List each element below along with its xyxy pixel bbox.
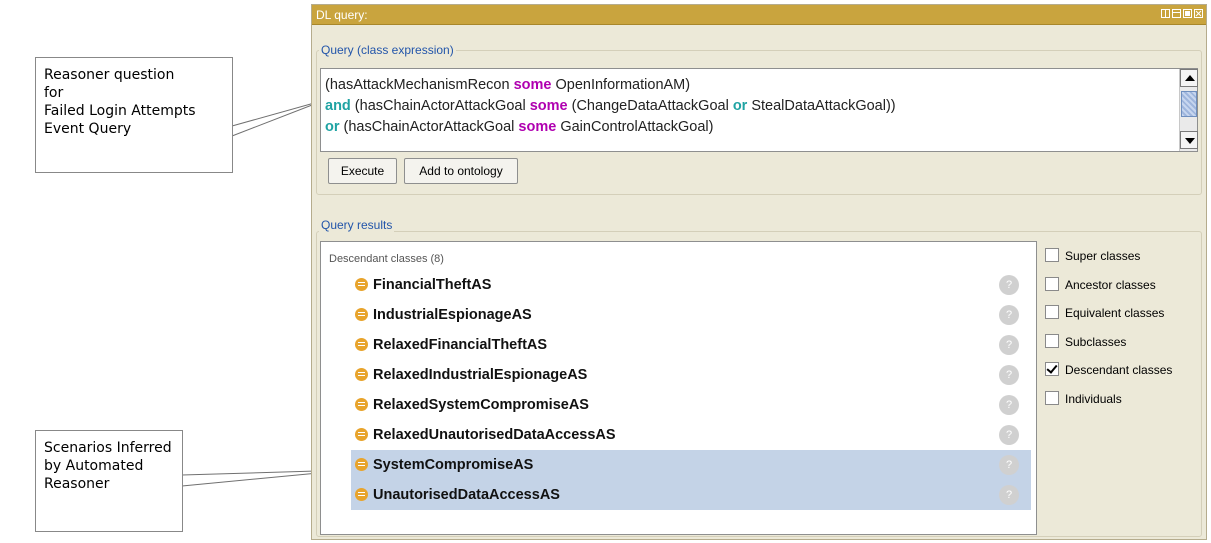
- expression-text: (ChangeDataAttackGoal: [567, 98, 733, 114]
- class-icon: [355, 458, 368, 471]
- keyword-operator: or: [325, 119, 340, 135]
- scroll-up-icon[interactable]: [1180, 69, 1198, 87]
- result-label: IndustrialEspionageAS: [373, 307, 532, 323]
- result-row[interactable]: RelaxedSystemCompromiseAS?: [351, 390, 1031, 420]
- help-icon[interactable]: ?: [999, 485, 1019, 505]
- keyword-operator: or: [732, 98, 748, 114]
- query-callout: Reasoner question for Failed Login Attempt…: [35, 57, 233, 173]
- execute-button[interactable]: Execute: [328, 158, 397, 184]
- class-icon: [355, 368, 368, 381]
- result-label: RelaxedIndustrialEspionageAS: [373, 367, 588, 383]
- option-checkbox[interactable]: [1045, 391, 1059, 405]
- panel-title: DL query:: [316, 8, 368, 22]
- option-checkbox[interactable]: [1045, 248, 1059, 262]
- maximize-icon[interactable]: [1183, 9, 1192, 18]
- query-group-legend: Query (class expression): [319, 43, 456, 57]
- expression-text: (hasAttackMechanismRecon: [325, 77, 514, 93]
- results-header: Descendant classes (8): [329, 253, 444, 265]
- query-line-3: or (hasChainActorAttackGoal some GainCon…: [325, 117, 713, 138]
- keyword-some: some: [513, 77, 552, 93]
- callout-line: by Automated: [44, 458, 144, 474]
- result-label: RelaxedUnautorisedDataAccessAS: [373, 427, 616, 443]
- option-checkbox[interactable]: [1045, 277, 1059, 291]
- result-row[interactable]: IndustrialEspionageAS?: [351, 300, 1031, 330]
- callout-line: Reasoner: [44, 476, 110, 492]
- query-scrollbar[interactable]: [1179, 69, 1198, 151]
- option-label[interactable]: Super classes: [1065, 249, 1140, 263]
- option-label[interactable]: Ancestor classes: [1065, 278, 1156, 292]
- tile-icon[interactable]: [1161, 9, 1170, 18]
- help-icon[interactable]: ?: [999, 305, 1019, 325]
- query-line-1: (hasAttackMechanismRecon some OpenInform…: [325, 75, 690, 96]
- callout-line: for: [44, 85, 64, 101]
- help-icon[interactable]: ?: [999, 455, 1019, 475]
- class-icon: [355, 338, 368, 351]
- query-line-2: and (hasChainActorAttackGoal some (Chang…: [325, 96, 896, 117]
- add-to-ontology-button[interactable]: Add to ontology: [404, 158, 518, 184]
- option-label[interactable]: Descendant classes: [1065, 363, 1172, 377]
- result-row[interactable]: UnautorisedDataAccessAS?: [351, 480, 1031, 510]
- dl-query-panel: DL query: Query (class expression) (hasA…: [311, 4, 1207, 540]
- result-label: SystemCompromiseAS: [373, 457, 534, 473]
- help-icon[interactable]: ?: [999, 275, 1019, 295]
- help-icon[interactable]: ?: [999, 335, 1019, 355]
- callout-line: Reasoner question: [44, 67, 175, 83]
- class-icon: [355, 308, 368, 321]
- panel-titlebar: DL query:: [312, 5, 1206, 25]
- option-label[interactable]: Equivalent classes: [1065, 306, 1164, 320]
- callout-line: Failed Login Attempts: [44, 103, 196, 119]
- option-label[interactable]: Subclasses: [1065, 335, 1126, 349]
- expression-text: GainControlAttackGoal): [556, 119, 714, 135]
- query-editor[interactable]: (hasAttackMechanismRecon some OpenInform…: [320, 68, 1198, 152]
- expression-text: (hasChainActorAttackGoal: [339, 119, 519, 135]
- results-list[interactable]: Descendant classes (8) FinancialTheftAS?…: [320, 241, 1037, 535]
- close-icon[interactable]: [1194, 9, 1203, 18]
- results-callout: Scenarios Inferred by Automated Reasoner: [35, 430, 183, 532]
- result-label: UnautorisedDataAccessAS: [373, 487, 560, 503]
- class-icon: [355, 398, 368, 411]
- result-row[interactable]: SystemCompromiseAS?: [351, 450, 1031, 480]
- results-group-legend: Query results: [319, 218, 395, 232]
- help-icon[interactable]: ?: [999, 365, 1019, 385]
- keyword-some: some: [518, 119, 557, 135]
- result-row[interactable]: RelaxedFinancialTheftAS?: [351, 330, 1031, 360]
- scroll-down-icon[interactable]: [1180, 131, 1198, 149]
- option-checkbox[interactable]: [1045, 305, 1059, 319]
- help-icon[interactable]: ?: [999, 395, 1019, 415]
- class-icon: [355, 278, 368, 291]
- result-row[interactable]: RelaxedUnautorisedDataAccessAS?: [351, 420, 1031, 450]
- expression-text: (hasChainActorAttackGoal: [350, 98, 530, 114]
- callout-line: Event Query: [44, 121, 132, 137]
- result-label: RelaxedSystemCompromiseAS: [373, 397, 589, 413]
- help-icon[interactable]: ?: [999, 425, 1019, 445]
- class-icon: [355, 428, 368, 441]
- option-label[interactable]: Individuals: [1065, 392, 1122, 406]
- result-row[interactable]: RelaxedIndustrialEspionageAS?: [351, 360, 1031, 390]
- expression-text: StealDataAttackGoal)): [747, 98, 896, 114]
- minimize-icon[interactable]: [1172, 9, 1181, 18]
- result-label: RelaxedFinancialTheftAS: [373, 337, 548, 353]
- keyword-operator: and: [325, 98, 351, 114]
- result-row[interactable]: FinancialTheftAS?: [351, 270, 1031, 300]
- scroll-thumb[interactable]: [1181, 91, 1197, 117]
- keyword-some: some: [529, 98, 568, 114]
- callout-line: Scenarios Inferred: [44, 440, 172, 456]
- option-checkbox[interactable]: [1045, 362, 1059, 376]
- result-label: FinancialTheftAS: [373, 277, 492, 293]
- expression-text: OpenInformationAM): [551, 77, 691, 93]
- option-checkbox[interactable]: [1045, 334, 1059, 348]
- class-icon: [355, 488, 368, 501]
